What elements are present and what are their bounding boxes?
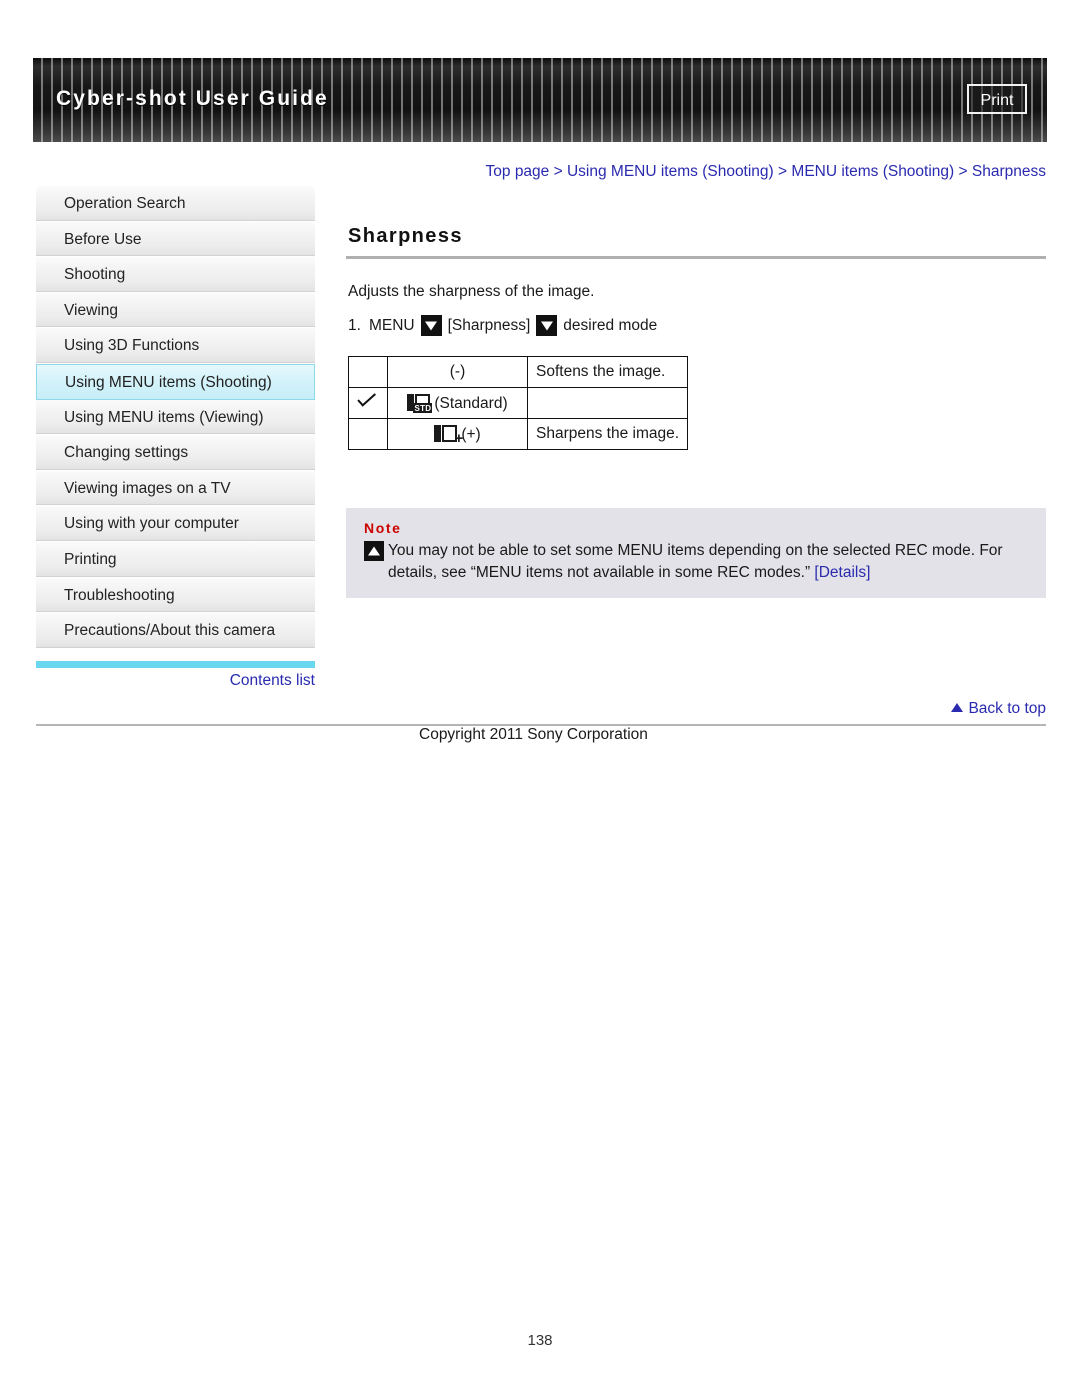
sidebar-item-changing-settings[interactable]: Changing settings (36, 435, 315, 471)
arrow-up-icon (951, 703, 964, 712)
row-description-cell: Sharpens the image. (526, 418, 689, 450)
sidebar-item-using-3d-functions[interactable]: Using 3D Functions (36, 328, 315, 364)
warning-triangle-icon (364, 541, 384, 561)
sidebar-item-printing[interactable]: Printing (36, 541, 315, 578)
page-title: Cyber-shot User Guide (56, 87, 329, 110)
note-text: You may not be able to set some MENU ite… (388, 542, 1003, 581)
page-number: 138 (527, 1332, 553, 1349)
breadcrumb-item-top-page[interactable]: Top page (486, 163, 550, 180)
sidebar-item-operation-search[interactable]: Operation Search (36, 186, 315, 222)
sharpness-plus-icon: + (434, 424, 463, 446)
contents-list-link[interactable]: Contents list (36, 672, 315, 690)
sidebar-item-viewing[interactable]: Viewing (36, 292, 315, 329)
print-button[interactable]: Print (967, 84, 1027, 114)
sharpness-options-table: (-) Softens the image. STD (Standard) + … (348, 356, 689, 450)
sidebar-item-troubleshooting[interactable]: Troubleshooting (36, 577, 315, 614)
arrow-down-icon (536, 315, 558, 336)
step-number: 1. (348, 316, 361, 334)
sidebar-item-viewing-images-on-a-tv[interactable]: Viewing images on a TV (36, 470, 315, 507)
sharpness-std-tag: STD (413, 402, 433, 413)
row-description-cell (526, 387, 689, 419)
row-check-cell (348, 356, 388, 388)
note-body: You may not be able to set some MENU ite… (364, 540, 1030, 584)
row-label-cell: STD (Standard) (387, 387, 528, 419)
sidebar-item-using-menu-items-viewing[interactable]: Using MENU items (Viewing) (36, 399, 315, 436)
copyright-text: Copyright 2011 Sony Corporation (419, 726, 648, 743)
option-label: (+) (461, 425, 481, 443)
back-to-top-label: Back to top (968, 700, 1046, 717)
table-row: (-) Softens the image. (348, 356, 689, 388)
row-check-cell (348, 418, 388, 450)
row-label-cell: (-) (387, 356, 528, 388)
content-description: Adjusts the sharpness of the image. (348, 283, 595, 300)
step-text-sharpness: [Sharpness] (447, 316, 531, 334)
sidebar-item-precautions-about-this-camera[interactable]: Precautions/About this camera (36, 613, 315, 649)
heading-divider (346, 256, 1046, 259)
row-check-cell (348, 387, 388, 419)
document-page: Cyber-shot User Guide Print Top page > U… (0, 0, 1080, 1397)
back-to-top-link[interactable]: Back to top (346, 700, 1046, 718)
breadcrumb-item-menu-items-shooting[interactable]: MENU items (Shooting) (791, 163, 954, 180)
sidebar-item-before-use[interactable]: Before Use (36, 221, 315, 258)
step-text-menu: MENU (368, 316, 415, 334)
note-box: Note You may not be able to set some MEN… (346, 508, 1046, 598)
sharpness-standard-icon: STD (407, 393, 433, 413)
sidebar-nav: Operation Search Before Use Shooting Vie… (36, 186, 315, 649)
option-label: (Standard) (434, 394, 508, 412)
breadcrumb-separator: > (778, 163, 788, 180)
sidebar-accent-bar (36, 661, 315, 668)
row-description-cell: Softens the image. (526, 356, 689, 388)
sidebar-item-using-menu-items-shooting[interactable]: Using MENU items (Shooting) (36, 363, 315, 400)
row-label-cell: + (+) (387, 418, 528, 450)
sidebar-item-shooting[interactable]: Shooting (36, 257, 315, 293)
breadcrumb-item-using-menu-items-shooting[interactable]: Using MENU items (Shooting) (567, 163, 774, 180)
checkmark-icon (357, 393, 379, 409)
arrow-down-icon (420, 315, 442, 336)
sidebar-item-using-with-your-computer[interactable]: Using with your computer (36, 506, 315, 542)
details-link[interactable]: [Details] (814, 564, 870, 581)
sharpness-plus-tag: + (454, 429, 464, 447)
main-content: Sharpness Adjusts the sharpness of the i… (346, 225, 1046, 598)
breadcrumb: Top page > Using MENU items (Shooting) >… (346, 163, 1046, 181)
content-heading: Sharpness (348, 225, 463, 247)
app-header: Cyber-shot User Guide Print (33, 58, 1047, 142)
breadcrumb-separator: > (958, 163, 968, 180)
step-text-desired-mode: desired mode (563, 316, 658, 334)
note-title: Note (364, 520, 402, 536)
breadcrumb-separator: > (553, 163, 563, 180)
breadcrumb-item-sharpness[interactable]: Sharpness (972, 163, 1046, 180)
option-label: (-) (449, 363, 466, 380)
step-instruction: 1. MENU [Sharpness] desired mode (348, 315, 1046, 336)
table-row: + (+) Sharpens the image. (348, 418, 689, 450)
table-row: STD (Standard) (348, 387, 689, 419)
